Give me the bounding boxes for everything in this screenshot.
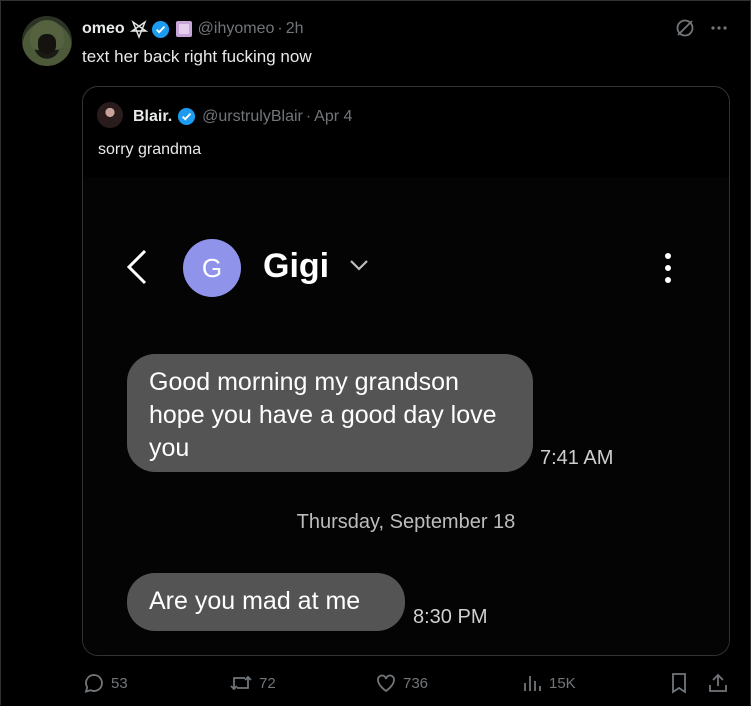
affiliate-badge-icon: [175, 21, 192, 37]
like-icon: [375, 672, 397, 694]
views-button[interactable]: 15K: [521, 672, 576, 694]
view-count: 15K: [549, 674, 576, 692]
back-arrow-icon: [123, 247, 151, 292]
chevron-down-icon: [348, 258, 370, 277]
quoted-author-avatar[interactable]: [97, 102, 123, 128]
date-divider: Thursday, September 18: [296, 511, 516, 533]
quoted-post-text: sorry grandma: [98, 141, 202, 158]
views-icon: [521, 672, 543, 694]
verified-badge-icon: [177, 107, 196, 126]
bookmark-icon: [669, 672, 689, 694]
bookmark-button[interactable]: [669, 672, 689, 694]
contact-name: Gigi: [263, 247, 330, 285]
share-icon: [707, 672, 729, 694]
quoted-post-time[interactable]: Apr 4: [314, 108, 352, 126]
author-avatar[interactable]: [22, 16, 72, 66]
attached-screenshot[interactable]: G Gigi Good morning my grandson hope you…: [83, 177, 729, 655]
message-timestamp: 7:41 AM: [540, 447, 614, 469]
like-button[interactable]: 736: [375, 672, 428, 694]
repost-count: 72: [259, 674, 276, 692]
repost-icon: [229, 672, 253, 694]
repost-button[interactable]: 72: [229, 672, 276, 694]
pentagram-icon: [129, 19, 149, 39]
post-text: text her back right fucking now: [82, 47, 312, 66]
post-top-actions: [675, 18, 729, 38]
post-header: omeo @ihyomeo · 2h: [82, 18, 304, 40]
share-button[interactable]: [707, 672, 729, 694]
more-icon[interactable]: [709, 18, 729, 38]
separator-dot: ·: [277, 20, 283, 37]
author-name[interactable]: omeo: [82, 20, 125, 38]
like-count: 736: [403, 674, 429, 692]
message-timestamp: 8:30 PM: [413, 606, 488, 628]
separator-dot: ·: [305, 107, 312, 125]
reply-icon: [83, 672, 105, 694]
message-bubble: Good morning my grandson hope you have a…: [127, 354, 533, 472]
quoted-author-name[interactable]: Blair.: [133, 108, 172, 126]
post-action-bar: 53 72 736 15K: [0, 672, 751, 698]
reply-button[interactable]: 53: [83, 672, 128, 694]
author-handle[interactable]: @ihyomeo: [198, 20, 275, 38]
avatar-face: [38, 34, 56, 54]
post-time[interactable]: 2h: [286, 20, 304, 38]
quoted-post-header: Blair. @urstrulyBlair · Apr 4: [133, 107, 352, 126]
contact-avatar: G: [183, 239, 241, 297]
verified-badge-icon: [151, 20, 170, 39]
quoted-author-handle[interactable]: @urstrulyBlair: [202, 108, 303, 126]
grok-icon[interactable]: [675, 18, 695, 38]
kebab-menu-icon: [663, 251, 673, 290]
reply-count: 53: [111, 674, 128, 692]
quoted-post[interactable]: Blair. @urstrulyBlair · Apr 4 sorry gran…: [82, 86, 730, 656]
message-bubble: Are you mad at me: [127, 573, 405, 631]
